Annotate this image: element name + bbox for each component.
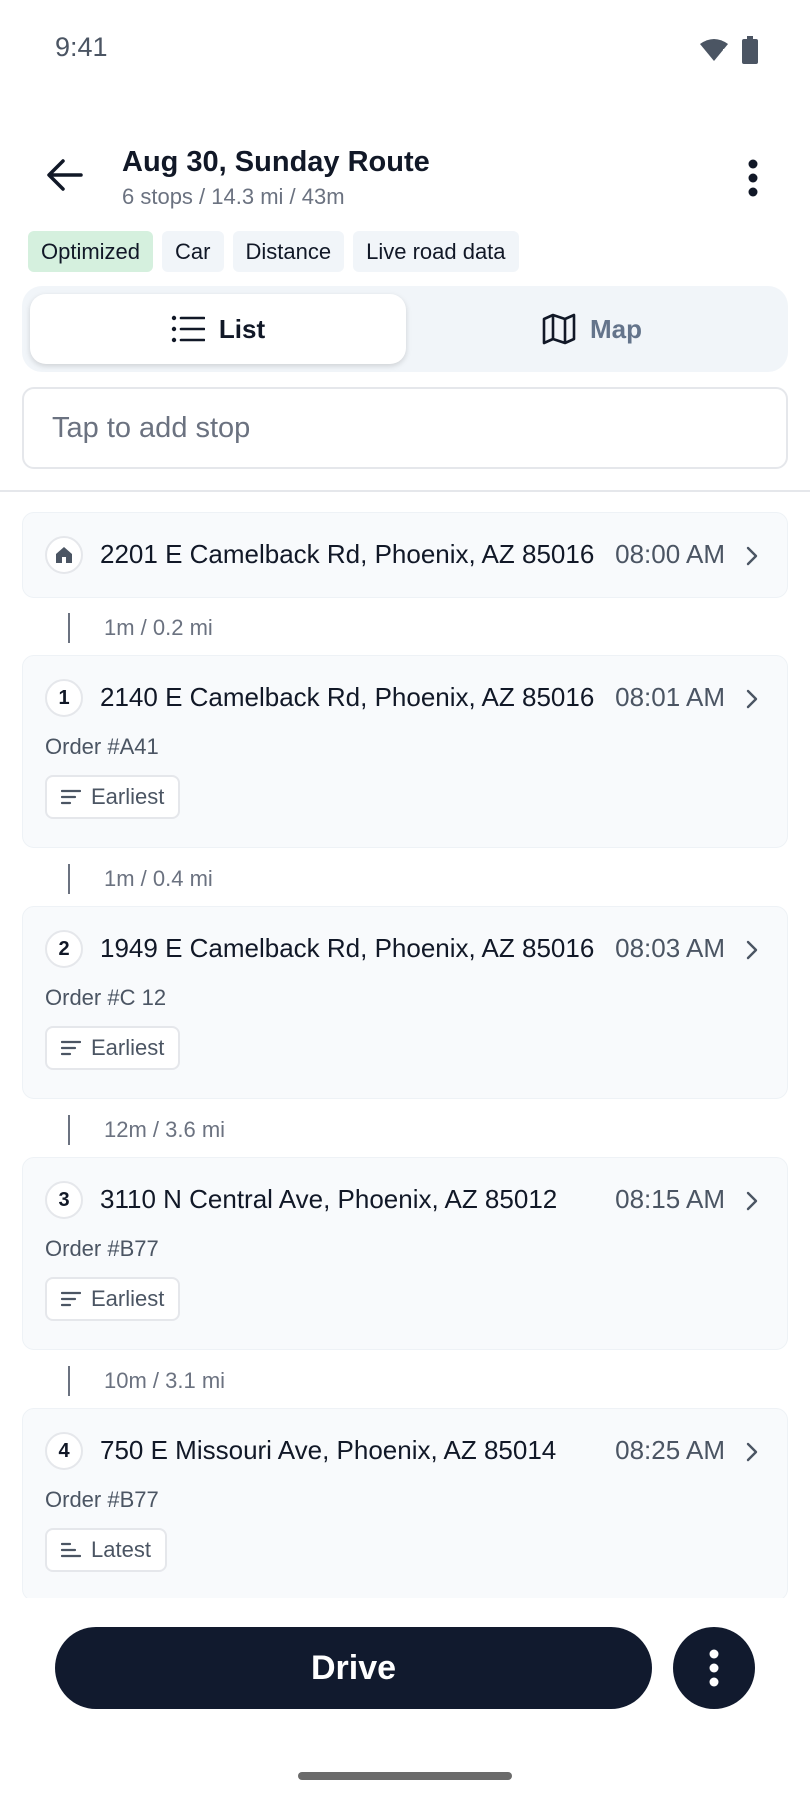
stop-order-number: Order #C 12: [45, 985, 167, 1010]
chevron-right-icon: [739, 541, 765, 571]
bottom-more-button[interactable]: [673, 1627, 755, 1709]
chip-live-road-data: Live road data: [353, 231, 519, 272]
add-stop-input[interactable]: Tap to add stop: [22, 387, 788, 469]
leg-info: 10m / 3.1 mi: [0, 1366, 810, 1406]
stop-address: 2201 E Camelback Rd, Phoenix, AZ 85016: [100, 539, 595, 569]
chevron-right-icon: [739, 1186, 765, 1216]
stop-time: 08:03 AM: [615, 933, 725, 963]
stop-address: 3110 N Central Ave, Phoenix, AZ 85012: [100, 1184, 558, 1214]
stops-list[interactable]: 2201 E Camelback Rd, Phoenix, AZ 85016 0…: [0, 512, 810, 1598]
stop-address: 1949 E Camelback Rd, Phoenix, AZ 85016: [100, 933, 595, 963]
route-title: Aug 30, Sunday Route: [122, 146, 430, 178]
chevron-right-icon: [739, 684, 765, 714]
stop-order-number: Order #B77: [45, 1236, 159, 1261]
stop-time-window-tag[interactable]: Latest: [45, 1528, 167, 1572]
stop-marker: [45, 536, 83, 574]
sort-lines-icon: [61, 1291, 81, 1307]
stop-time-window-tag[interactable]: Earliest: [45, 1277, 181, 1321]
stop-time: 08:00 AM: [615, 539, 725, 569]
stop-time: 08:25 AM: [615, 1435, 725, 1465]
stop-address: 2140 E Camelback Rd, Phoenix, AZ 85016: [100, 682, 595, 712]
stop-tag-label: Latest: [91, 1537, 151, 1562]
chevron-right-icon: [739, 935, 765, 965]
chevron-right-icon: [739, 1437, 765, 1467]
bottom-action-bar: Drive: [0, 1610, 810, 1720]
stop-time-window-tag[interactable]: Earliest: [45, 1026, 181, 1070]
status-bar: 9:41: [0, 0, 810, 100]
tab-list-label: List: [218, 313, 266, 344]
route-summary: 6 stops / 14.3 mi / 43m: [122, 184, 345, 209]
leg-info: 1m / 0.4 mi: [0, 864, 810, 904]
leg-text: 1m / 0.4 mi: [104, 866, 213, 891]
view-toggle: List Map: [22, 286, 788, 372]
map-icon: [542, 313, 576, 345]
stop-marker: 1: [45, 679, 83, 717]
tab-map-label: Map: [590, 313, 642, 344]
sort-lines-icon: [61, 1040, 81, 1056]
leg-info: 12m / 3.6 mi: [0, 1115, 810, 1155]
home-icon: [56, 547, 72, 563]
sort-lines-icon: [61, 789, 81, 805]
more-vertical-icon: [709, 1649, 719, 1687]
stop-card-1[interactable]: 1 2140 E Camelback Rd, Phoenix, AZ 85016…: [22, 655, 788, 848]
arrow-left-icon: [47, 159, 83, 191]
wifi-alert-icon: [700, 39, 728, 61]
stop-tag-label: Earliest: [91, 784, 165, 809]
chip-distance: Distance: [232, 231, 345, 272]
stop-card-2[interactable]: 2 1949 E Camelback Rd, Phoenix, AZ 85016…: [22, 906, 788, 1099]
header-more-button[interactable]: [728, 148, 778, 208]
drive-button[interactable]: Drive: [55, 1627, 652, 1709]
tab-list[interactable]: List: [30, 294, 406, 364]
stop-tag-label: Earliest: [91, 1286, 165, 1311]
back-button[interactable]: [38, 148, 92, 202]
leg-info: 1m / 0.2 mi: [0, 613, 810, 653]
stop-order-number: Order #A41: [45, 734, 159, 759]
tab-map[interactable]: Map: [404, 294, 780, 364]
status-time: 9:41: [55, 32, 108, 62]
leg-text: 10m / 3.1 mi: [104, 1368, 226, 1393]
stop-marker: 2: [45, 930, 83, 968]
divider: [0, 490, 810, 492]
leg-text: 12m / 3.6 mi: [104, 1117, 226, 1142]
home-indicator[interactable]: [298, 1772, 512, 1780]
battery-icon: [742, 36, 758, 64]
sort-lines-left-icon: [61, 1542, 81, 1558]
stop-address: 750 E Missouri Ave, Phoenix, AZ 85014: [100, 1435, 557, 1465]
stop-time-window-tag[interactable]: Earliest: [45, 775, 181, 819]
list-icon: [171, 315, 205, 343]
stop-card-start[interactable]: 2201 E Camelback Rd, Phoenix, AZ 85016 0…: [22, 512, 788, 598]
stop-marker: 3: [45, 1181, 83, 1219]
stop-time: 08:15 AM: [615, 1184, 725, 1214]
status-icons: [698, 36, 758, 64]
more-vertical-icon: [748, 159, 758, 197]
chip-optimized: Optimized: [28, 231, 154, 272]
route-header: Aug 30, Sunday Route 6 stops / 14.3 mi /…: [0, 138, 810, 218]
leg-text: 1m / 0.2 mi: [104, 615, 213, 640]
stop-time: 08:01 AM: [615, 682, 725, 712]
stop-marker: 4: [45, 1432, 83, 1470]
chip-car: Car: [162, 231, 224, 272]
route-chips: Optimized Car Distance Live road data: [28, 231, 519, 272]
stop-card-4[interactable]: 4 750 E Missouri Ave, Phoenix, AZ 85014 …: [22, 1408, 788, 1598]
stop-card-3[interactable]: 3 3110 N Central Ave, Phoenix, AZ 85012 …: [22, 1157, 788, 1350]
stop-order-number: Order #B77: [45, 1487, 159, 1512]
stop-tag-label: Earliest: [91, 1035, 165, 1060]
